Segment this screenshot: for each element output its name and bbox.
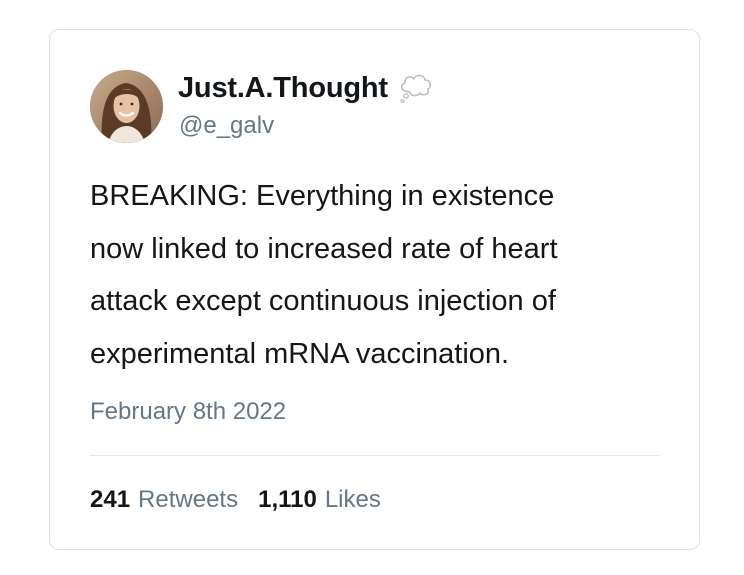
tweet-card: Just.A.Thought @e_galv BREAKING: Everyth… [49, 29, 700, 550]
profile-photo-image [90, 70, 163, 143]
tweet-text-line: experimental mRNA vaccination. [90, 337, 510, 370]
display-name[interactable]: Just.A.Thought [178, 72, 388, 105]
tweet-text-line: now linked to increased rate of heart [90, 232, 558, 265]
tweet-date[interactable]: February 8th 2022 [90, 398, 286, 426]
tweet-text-line: attack except continuous injection of [90, 285, 556, 317]
avatar[interactable] [90, 70, 163, 143]
user-handle[interactable]: @e_galv [179, 112, 274, 140]
thought-balloon-icon [398, 71, 434, 105]
retweets-label: Retweets [138, 486, 239, 513]
tweet-text-line: BREAKING: Everything in existence [90, 180, 555, 212]
display-name-row: Just.A.Thought [178, 70, 434, 106]
likes-label: Likes [324, 486, 381, 513]
tweet-text: BREAKING: Everything in existence now li… [90, 170, 650, 380]
likes-count: 1,110 [258, 486, 317, 513]
divider [90, 455, 660, 456]
tweet-stats: 241 Retweets 1,110 Likes [90, 486, 381, 514]
likes-stat[interactable]: 1,110 Likes [258, 486, 381, 514]
retweets-count: 241 [90, 486, 131, 513]
retweets-stat[interactable]: 241 Retweets [90, 486, 238, 514]
